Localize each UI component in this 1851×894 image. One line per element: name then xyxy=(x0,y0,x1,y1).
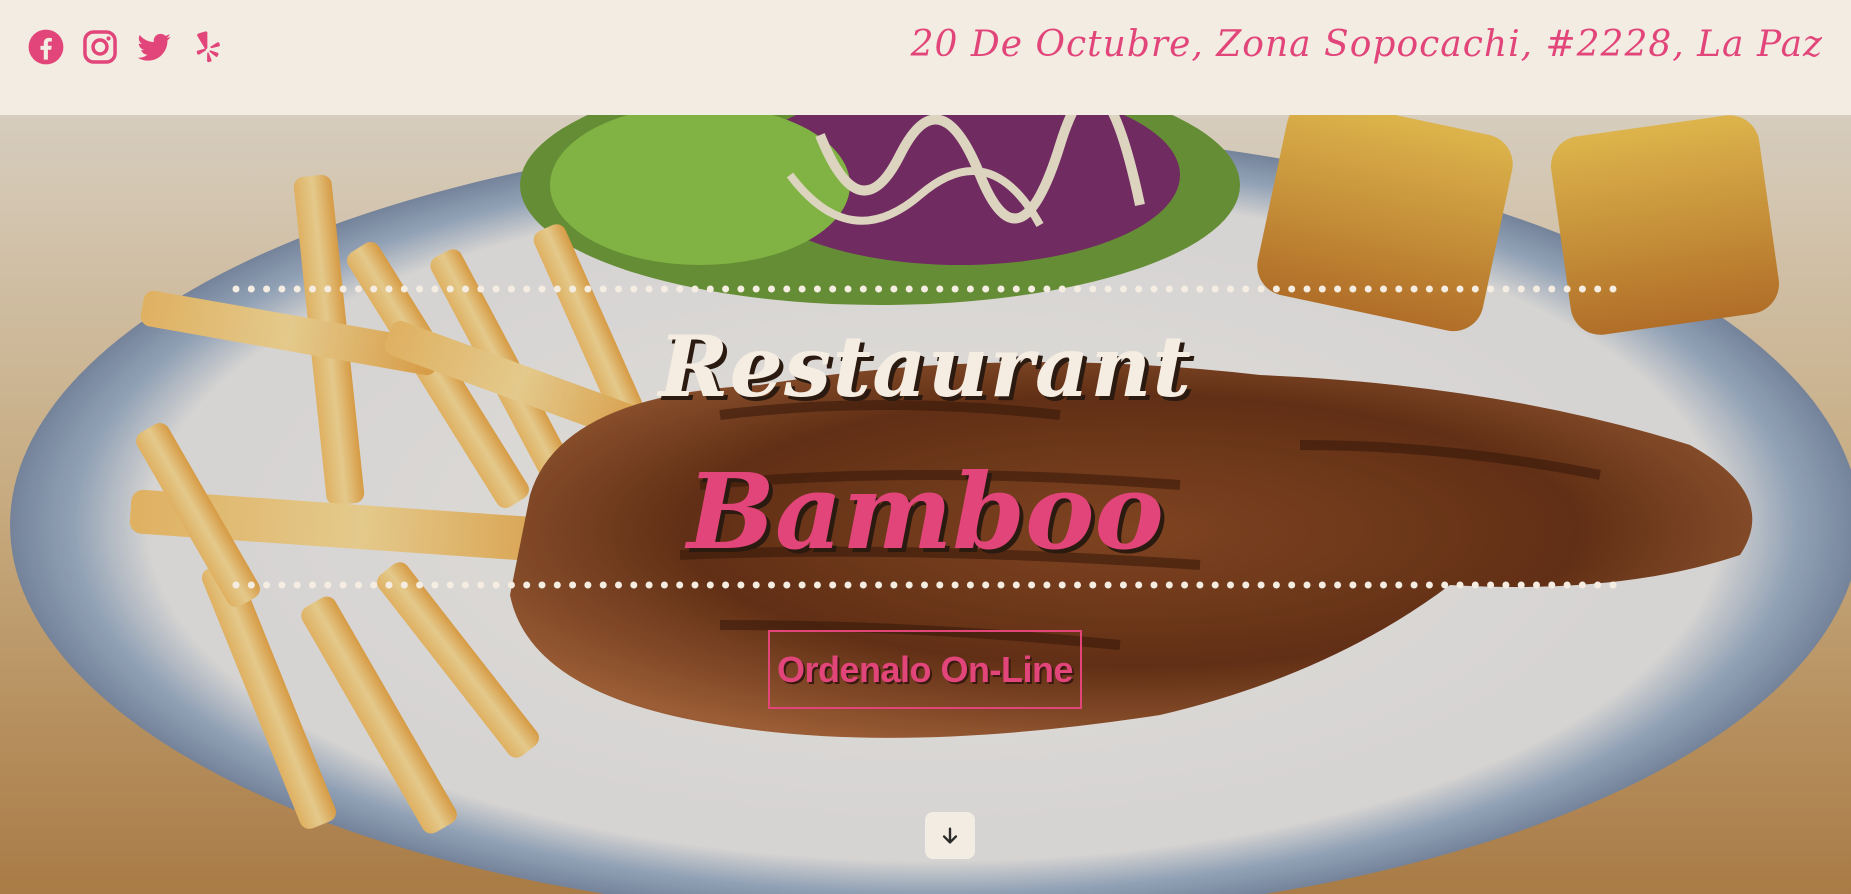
restaurant-address: 20 De Octubre, Zona Sopocachi, #2228, La… xyxy=(910,24,1823,65)
order-online-button[interactable]: Ordenalo On-Line xyxy=(768,630,1082,709)
social-links xyxy=(26,27,228,67)
dotted-divider-bottom xyxy=(232,581,1619,589)
hero-section: Restaurant Bamboo Ordenalo On-Line xyxy=(0,115,1851,894)
hero-title-restaurant: Restaurant xyxy=(658,317,1193,416)
top-bar: 20 De Octubre, Zona Sopocachi, #2228, La… xyxy=(0,0,1851,115)
instagram-icon[interactable] xyxy=(80,27,120,67)
twitter-icon[interactable] xyxy=(134,27,174,67)
scroll-down-button[interactable] xyxy=(925,812,975,859)
yelp-icon[interactable] xyxy=(188,27,228,67)
hero-title-bamboo: Bamboo xyxy=(687,450,1164,573)
arrow-down-icon xyxy=(942,826,958,844)
dotted-divider-top xyxy=(232,285,1619,293)
facebook-icon[interactable] xyxy=(26,27,66,67)
